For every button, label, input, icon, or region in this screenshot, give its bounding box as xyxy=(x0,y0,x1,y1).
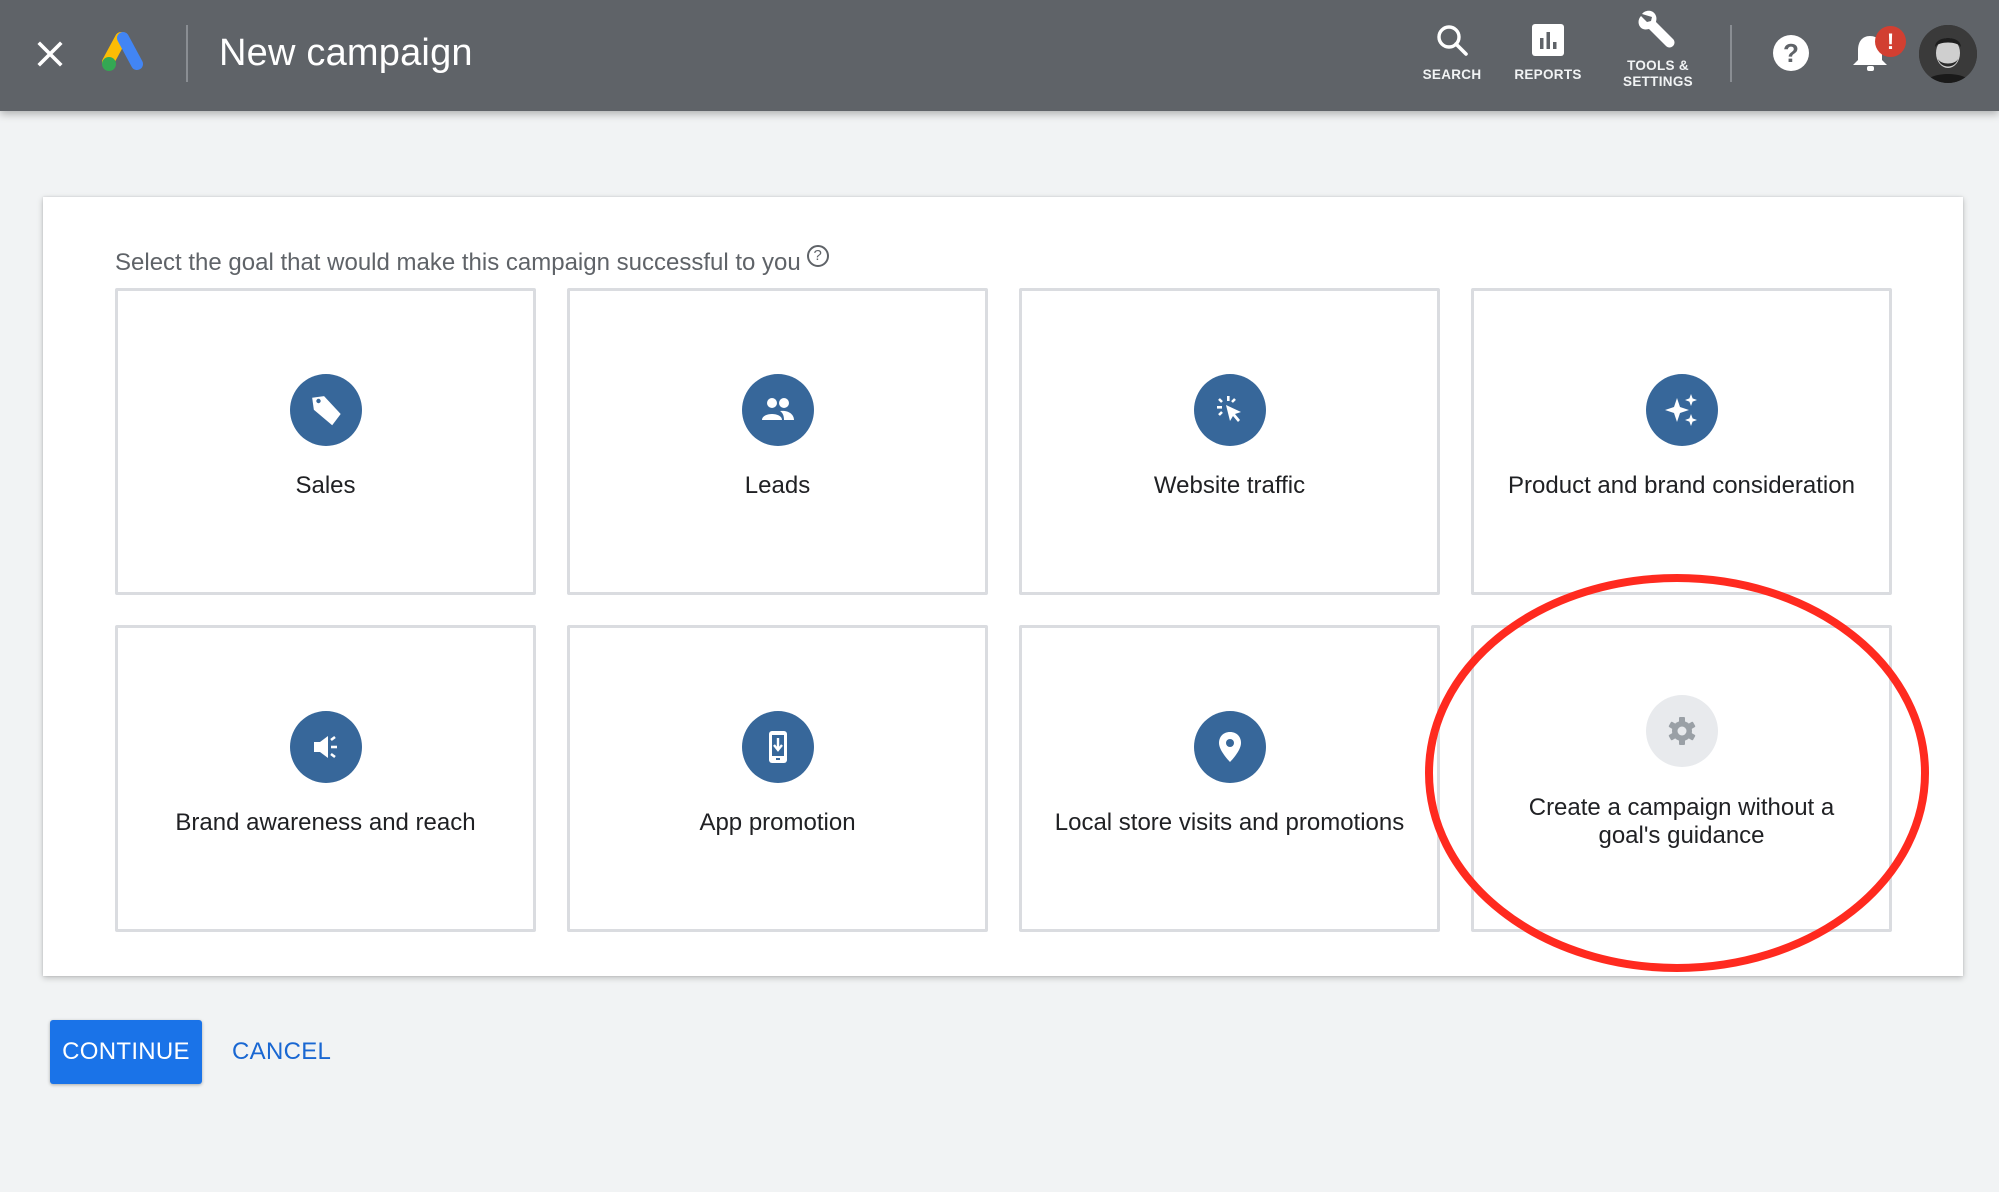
goal-label: Create a campaign without a goal's guida… xyxy=(1484,794,1879,850)
header-divider xyxy=(186,25,188,82)
continue-button[interactable]: CONTINUE xyxy=(50,1020,202,1084)
goal-label: Brand awareness and reach xyxy=(175,809,476,836)
goal-label: Leads xyxy=(744,472,811,499)
goal-label: Sales xyxy=(295,472,356,499)
cancel-button[interactable]: CANCEL xyxy=(222,1020,341,1084)
wrench-icon xyxy=(1638,10,1675,48)
nav-search-label: SEARCH xyxy=(1422,67,1482,82)
goal-prompt-text: Select the goal that would make this cam… xyxy=(115,249,801,276)
user-avatar[interactable] xyxy=(1919,25,1977,83)
phone-download-icon xyxy=(741,711,814,783)
page-title: New campaign xyxy=(219,32,473,74)
notification-badge: ! xyxy=(1875,26,1906,57)
svg-text:?: ? xyxy=(1783,38,1799,68)
help-button[interactable]: ? xyxy=(1771,33,1811,73)
nav-tools-label-line2: SETTINGS xyxy=(1623,74,1693,89)
header-divider-right xyxy=(1730,25,1732,82)
reports-icon xyxy=(1532,24,1564,56)
megaphone-icon xyxy=(289,711,362,783)
sparkle-icon xyxy=(1645,374,1718,446)
google-ads-logo xyxy=(100,32,148,74)
prompt-help-icon[interactable]: ? xyxy=(806,245,829,267)
goal-label: App promotion xyxy=(699,809,856,836)
location-pin-icon xyxy=(1193,711,1266,783)
goal-tile-product-brand-consideration[interactable]: Product and brand consideration xyxy=(1471,288,1892,595)
nav-tools-settings[interactable]: TOOLS & SETTINGS xyxy=(1598,10,1718,100)
search-icon xyxy=(1437,25,1468,56)
goal-label: Website traffic xyxy=(1153,472,1306,499)
goal-tile-sales[interactable]: Sales xyxy=(115,288,536,595)
goal-tile-no-guidance[interactable]: Create a campaign without a goal's guida… xyxy=(1471,625,1892,932)
help-icon: ? xyxy=(1773,35,1809,71)
goal-label: Local store visits and promotions xyxy=(1054,809,1405,836)
goal-tile-app-promotion[interactable]: App promotion xyxy=(567,625,988,932)
people-icon xyxy=(741,374,814,446)
goal-tile-website-traffic[interactable]: Website traffic xyxy=(1019,288,1440,595)
close-icon xyxy=(37,41,63,67)
avatar-image xyxy=(1919,25,1977,83)
tag-icon xyxy=(289,374,362,446)
gear-icon xyxy=(1645,695,1718,767)
nav-reports[interactable]: REPORTS xyxy=(1493,10,1603,100)
nav-search[interactable]: SEARCH xyxy=(1397,10,1507,100)
cursor-click-icon xyxy=(1193,374,1266,446)
close-button[interactable] xyxy=(32,36,68,72)
goal-tile-brand-awareness[interactable]: Brand awareness and reach xyxy=(115,625,536,932)
goal-prompt: Select the goal that would make this cam… xyxy=(115,245,829,278)
goal-tile-leads[interactable]: Leads xyxy=(567,288,988,595)
top-app-bar: New campaign SEARCH REPORTS TOOLS & SETT… xyxy=(0,0,1999,111)
nav-reports-label: REPORTS xyxy=(1514,67,1582,82)
goal-label-line2: goal's guidance xyxy=(1598,822,1765,849)
nav-tools-label-line1: TOOLS & xyxy=(1627,58,1689,73)
goal-tile-local-store-visits[interactable]: Local store visits and promotions xyxy=(1019,625,1440,932)
goal-label: Product and brand consideration xyxy=(1508,472,1855,499)
goal-label-line1: Create a campaign without a xyxy=(1528,794,1835,821)
